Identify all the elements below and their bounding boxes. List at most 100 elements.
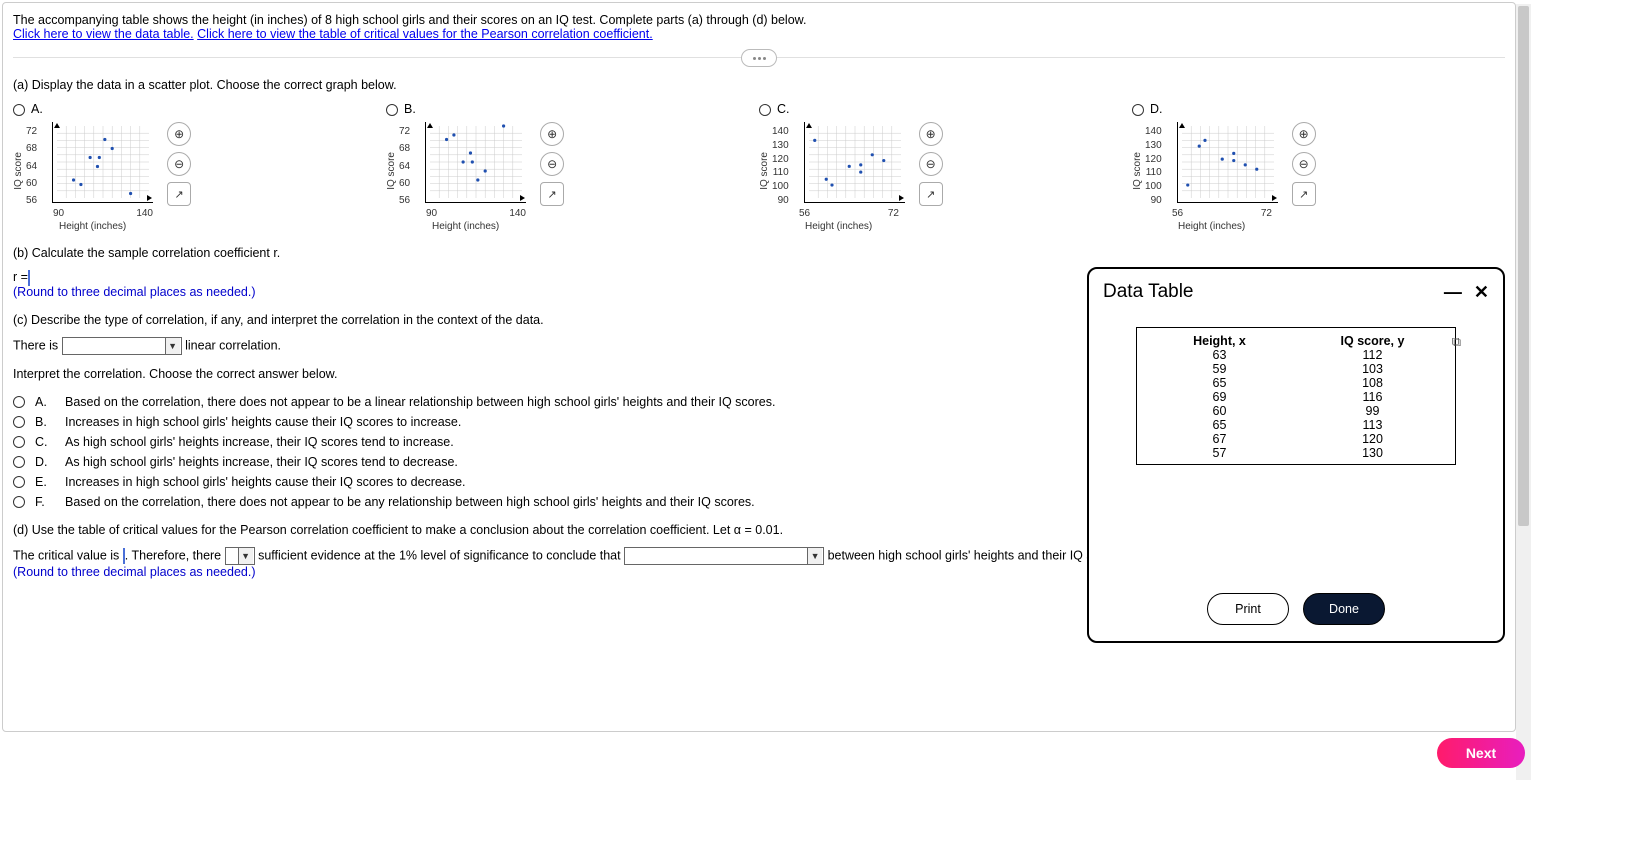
table-row: 59103 [1143,362,1449,376]
radio-option-d[interactable] [1132,104,1144,116]
table-cell: 69 [1143,390,1296,404]
zoom-in-icon[interactable]: ⊕ [1292,122,1316,146]
scatter-plot [804,122,905,206]
intro-text: The accompanying table shows the height … [13,13,1505,27]
scatter-plot [52,122,153,206]
close-icon[interactable]: ✕ [1474,282,1489,303]
data-table-link[interactable]: Click here to view the data table. [13,27,194,41]
table-cell: 103 [1296,362,1449,376]
copy-icon[interactable]: ⧉ [1452,334,1461,350]
part-b-prompt: (b) Calculate the sample correlation coe… [13,246,1505,260]
x-axis-label: Height (inches) [432,221,759,232]
zoom-in-icon[interactable]: ⊕ [167,122,191,146]
conclusion-select[interactable]: ▼ [624,547,824,565]
table-cell: 116 [1296,390,1449,404]
part-a-prompt: (a) Display the data in a scatter plot. … [13,78,1505,92]
r-input[interactable] [28,270,30,286]
table-row: 63112 [1143,348,1449,362]
radio-interpret-f[interactable] [13,496,25,508]
table-cell: 63 [1143,348,1296,362]
table-cell: 130 [1296,446,1449,460]
open-icon[interactable]: ↗ [540,182,564,206]
question-panel: The accompanying table shows the height … [2,2,1516,732]
option-label: A. [31,102,43,116]
d-s4: between high school girls' heights and t… [828,548,1127,562]
zoom-out-icon[interactable]: ⊖ [919,152,943,176]
data-table: ⧉ Height, x IQ score, y 6311259103651086… [1136,327,1456,465]
choice-text: Increases in high school girls' heights … [65,415,461,429]
radio-interpret-c[interactable] [13,436,25,448]
dialog-title: Data Table [1103,281,1194,303]
graph-option-a: A.IQ score7268646056⊕⊖↗90140Height (inch… [13,102,386,232]
table-cell: 120 [1296,432,1449,446]
x-axis-label: Height (inches) [805,221,1132,232]
c-sentence-pre: There is [13,338,58,352]
choice-label: A. [35,395,55,409]
radio-option-a[interactable] [13,104,25,116]
d-s3: sufficient evidence at the 1% level of s… [258,548,621,562]
y-axis-label: IQ score [1132,142,1143,190]
minimize-icon[interactable]: — [1444,282,1462,303]
choice-text: As high school girls' heights increase, … [65,455,458,469]
radio-interpret-d[interactable] [13,456,25,468]
radio-interpret-b[interactable] [13,416,25,428]
y-axis-label: IQ score [13,142,24,190]
table-cell: 108 [1296,376,1449,390]
option-label: B. [404,102,416,116]
zoom-out-icon[interactable]: ⊖ [1292,152,1316,176]
col-header-iq: IQ score, y [1296,334,1449,348]
r-label: r = [13,270,28,284]
col-header-height: Height, x [1143,334,1296,348]
graph-option-b: B.IQ score7268646056⊕⊖↗90140Height (inch… [386,102,759,232]
choice-text: Increases in high school girls' heights … [65,475,466,489]
table-cell: 67 [1143,432,1296,446]
choice-text: As high school girls' heights increase, … [65,435,454,449]
option-label: D. [1150,102,1163,116]
scroll-thumb[interactable] [1518,6,1529,526]
next-button[interactable]: Next [1437,738,1525,768]
d-s1: The critical value is [13,548,119,562]
table-row: 65113 [1143,418,1449,432]
zoom-out-icon[interactable]: ⊖ [167,152,191,176]
zoom-in-icon[interactable]: ⊕ [540,122,564,146]
scatter-plot [425,122,526,206]
scatter-plot [1177,122,1278,206]
x-axis-label: Height (inches) [59,221,386,232]
radio-interpret-a[interactable] [13,396,25,408]
critical-values-link[interactable]: Click here to view the table of critical… [197,27,653,41]
print-button[interactable]: Print [1207,593,1289,625]
zoom-in-icon[interactable]: ⊕ [919,122,943,146]
table-row: 6099 [1143,404,1449,418]
table-row: 69116 [1143,390,1449,404]
zoom-out-icon[interactable]: ⊖ [540,152,564,176]
y-axis-label: IQ score [386,142,397,190]
table-cell: 112 [1296,348,1449,362]
table-row: 67120 [1143,432,1449,446]
table-row: 65108 [1143,376,1449,390]
table-cell: 65 [1143,376,1296,390]
radio-interpret-e[interactable] [13,476,25,488]
correlation-type-select[interactable]: ▼ [62,337,182,355]
choice-label: C. [35,435,55,449]
graph-option-c: C.IQ score14013012011010090⊕⊖↗5672Height… [759,102,1132,232]
y-axis-label: IQ score [759,142,770,190]
expand-button[interactable] [741,49,777,67]
x-axis-label: Height (inches) [1178,221,1505,232]
separator [13,57,1505,58]
radio-option-c[interactable] [759,104,771,116]
radio-option-b[interactable] [386,104,398,116]
table-cell: 113 [1296,418,1449,432]
vertical-scrollbar[interactable] [1516,4,1531,780]
table-cell: 57 [1143,446,1296,460]
table-cell: 65 [1143,418,1296,432]
open-icon[interactable]: ↗ [919,182,943,206]
table-cell: 60 [1143,404,1296,418]
open-icon[interactable]: ↗ [1292,182,1316,206]
c-sentence-post: linear correlation. [185,338,281,352]
open-icon[interactable]: ↗ [167,182,191,206]
d-s2: . Therefore, there [125,548,221,562]
done-button[interactable]: Done [1303,593,1385,625]
data-table-dialog: Data Table — ✕ ⧉ Height, x IQ score, y 6… [1087,267,1505,643]
is-isnot-select[interactable]: ▼ [225,547,255,565]
choice-text: Based on the correlation, there does not… [65,395,775,409]
